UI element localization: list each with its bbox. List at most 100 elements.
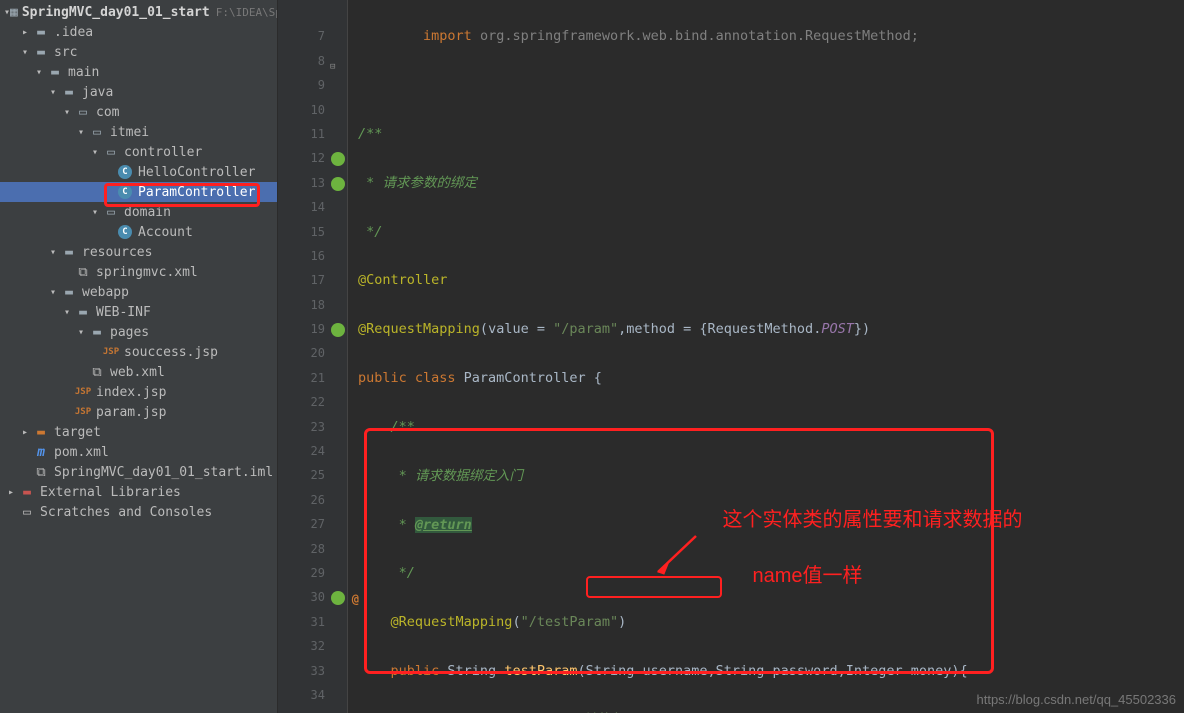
tree-item-param-jsp[interactable]: JSP param.jsp: [0, 402, 277, 422]
tree-item-pom-xml[interactable]: mpom.xml: [0, 442, 277, 462]
tree-label: src: [54, 45, 77, 60]
jsp-icon: JSP: [74, 404, 92, 420]
tree-label: domain: [124, 205, 171, 220]
tree-item-idea[interactable]: ▸▬.idea: [0, 22, 277, 42]
chevron-down-icon: ▾: [32, 67, 46, 78]
chevron-down-icon: ▾: [46, 87, 60, 98]
line-number: 9: [278, 73, 347, 97]
tree-item-account[interactable]: CAccount: [0, 222, 277, 242]
tree-item-controller[interactable]: ▾▭ controller: [0, 142, 277, 162]
line-number: 19: [278, 317, 347, 341]
code-line: * 请求参数的绑定: [358, 171, 1184, 195]
code-area[interactable]: import org.springframework.web.bind.anno…: [348, 0, 1184, 713]
tree-item-webinf[interactable]: ▾▬WEB-INF: [0, 302, 277, 322]
line-number: 10: [278, 98, 347, 122]
spring-bean-icon[interactable]: [329, 175, 345, 191]
class-icon: C: [116, 224, 134, 240]
annotation-text: 这个实体类的属性要和请求数据的 name值一样: [678, 478, 1022, 618]
package-icon: ▭: [102, 144, 120, 160]
tree-item-com[interactable]: ▾▭com: [0, 102, 277, 122]
tree-item-hello-controller[interactable]: CHelloController: [0, 162, 277, 182]
watermark-text: https://blog.csdn.net/qq_45502336: [977, 692, 1177, 707]
tree-label: resources: [82, 245, 152, 260]
spring-bean-icon[interactable]: [329, 150, 345, 166]
line-number: 12: [278, 146, 347, 170]
tree-label: controller: [124, 145, 202, 160]
line-number: 33: [278, 659, 347, 683]
jsp-icon: JSP: [102, 344, 120, 360]
tree-item-external-libs[interactable]: ▸▬External Libraries: [0, 482, 277, 502]
tree-label: param.jsp: [96, 405, 166, 420]
code-editor[interactable]: 7 8⊟ 9 10 11 12 13 14 15 16 17 18 19 20 …: [278, 0, 1184, 713]
code-line: * @return: [358, 513, 1184, 537]
tree-item-itmei[interactable]: ▾▭itmei: [0, 122, 277, 142]
tree-item-param-controller[interactable]: CParamController: [0, 182, 277, 202]
chevron-down-icon: ▾: [60, 107, 74, 118]
line-number: 16: [278, 244, 347, 268]
tree-item-domain[interactable]: ▾▭domain: [0, 202, 277, 222]
tree-label: pages: [110, 325, 149, 340]
spring-bean-icon[interactable]: [329, 321, 345, 337]
code-line: @RequestMapping("/testParam"): [358, 610, 1184, 634]
tree-label: main: [68, 65, 99, 80]
spring-at-icon[interactable]: @: [329, 589, 345, 605]
tree-label: WEB-INF: [96, 305, 151, 320]
line-number: 7: [278, 24, 347, 48]
chevron-right-icon: ▸: [4, 487, 18, 498]
tree-label: pom.xml: [54, 445, 109, 460]
tree-label: HelloController: [138, 165, 255, 180]
editor-gutter[interactable]: 7 8⊟ 9 10 11 12 13 14 15 16 17 18 19 20 …: [278, 0, 348, 713]
tree-item-web-xml[interactable]: ⧉web.xml: [0, 362, 277, 382]
folder-icon: ▬: [46, 64, 64, 80]
resources-folder-icon: ▬: [60, 244, 78, 260]
tree-label: target: [54, 425, 101, 440]
tree-label: web.xml: [110, 365, 165, 380]
code-line: import org.springframework.web.bind.anno…: [358, 24, 1184, 48]
tree-label: springmvc.xml: [96, 265, 198, 280]
line-number: 21: [278, 366, 347, 390]
line-number: 24: [278, 439, 347, 463]
tree-label: itmei: [110, 125, 149, 140]
package-icon: ▭: [88, 124, 106, 140]
tree-label: SpringMVC_day01_01_start.iml: [54, 465, 273, 480]
chevron-right-icon: ▸: [18, 27, 32, 38]
tree-item-java[interactable]: ▾▬java: [0, 82, 277, 102]
chevron-down-icon: ▾: [18, 47, 32, 58]
tree-item-index-jsp[interactable]: JSPindex.jsp: [0, 382, 277, 402]
code-line: /**: [358, 415, 1184, 439]
project-root[interactable]: ▾ ▦ SpringMVC_day01_01_start F:\IDEA\Spr…: [0, 2, 277, 22]
tree-item-target[interactable]: ▸▬ target: [0, 422, 277, 442]
project-icon: ▦: [10, 4, 18, 20]
target-folder-icon: ▬: [32, 424, 50, 440]
package-icon: ▭: [74, 104, 92, 120]
line-number: 28: [278, 537, 347, 561]
project-tree[interactable]: ▾ ▦ SpringMVC_day01_01_start F:\IDEA\Spr…: [0, 0, 278, 713]
class-icon: C: [116, 184, 134, 200]
tree-label: souccess.jsp: [124, 345, 218, 360]
tree-item-main[interactable]: ▾▬ main: [0, 62, 277, 82]
line-number: 8⊟: [278, 49, 347, 73]
code-line: */: [358, 561, 1184, 585]
code-line: @RequestMapping(value = "/param",method …: [358, 317, 1184, 341]
tree-item-src[interactable]: ▾▬src: [0, 42, 277, 62]
line-number: 31: [278, 610, 347, 634]
tree-label: Scratches and Consoles: [40, 505, 212, 520]
line-number: 34: [278, 683, 347, 707]
code-line: public class ParamController {: [358, 366, 1184, 390]
line-number: 15: [278, 220, 347, 244]
line-number: 25: [278, 463, 347, 487]
line-number: 32: [278, 634, 347, 658]
tree-item-souccess-jsp[interactable]: JSP souccess.jsp: [0, 342, 277, 362]
line-number: 26: [278, 488, 347, 512]
tree-item-scratches[interactable]: ▭Scratches and Consoles: [0, 502, 277, 522]
tree-item-pages[interactable]: ▾▬pages: [0, 322, 277, 342]
chevron-right-icon: ▸: [18, 427, 32, 438]
chevron-down-icon: ▾: [74, 327, 88, 338]
tree-item-iml[interactable]: ⧉SpringMVC_day01_01_start.iml: [0, 462, 277, 482]
tree-item-webapp[interactable]: ▾▬webapp: [0, 282, 277, 302]
tree-label: index.jsp: [96, 385, 166, 400]
tree-item-resources[interactable]: ▾▬resources: [0, 242, 277, 262]
chevron-down-icon: ▾: [88, 147, 102, 158]
code-line: /**: [358, 122, 1184, 146]
tree-item-springmvc-xml[interactable]: ⧉springmvc.xml: [0, 262, 277, 282]
